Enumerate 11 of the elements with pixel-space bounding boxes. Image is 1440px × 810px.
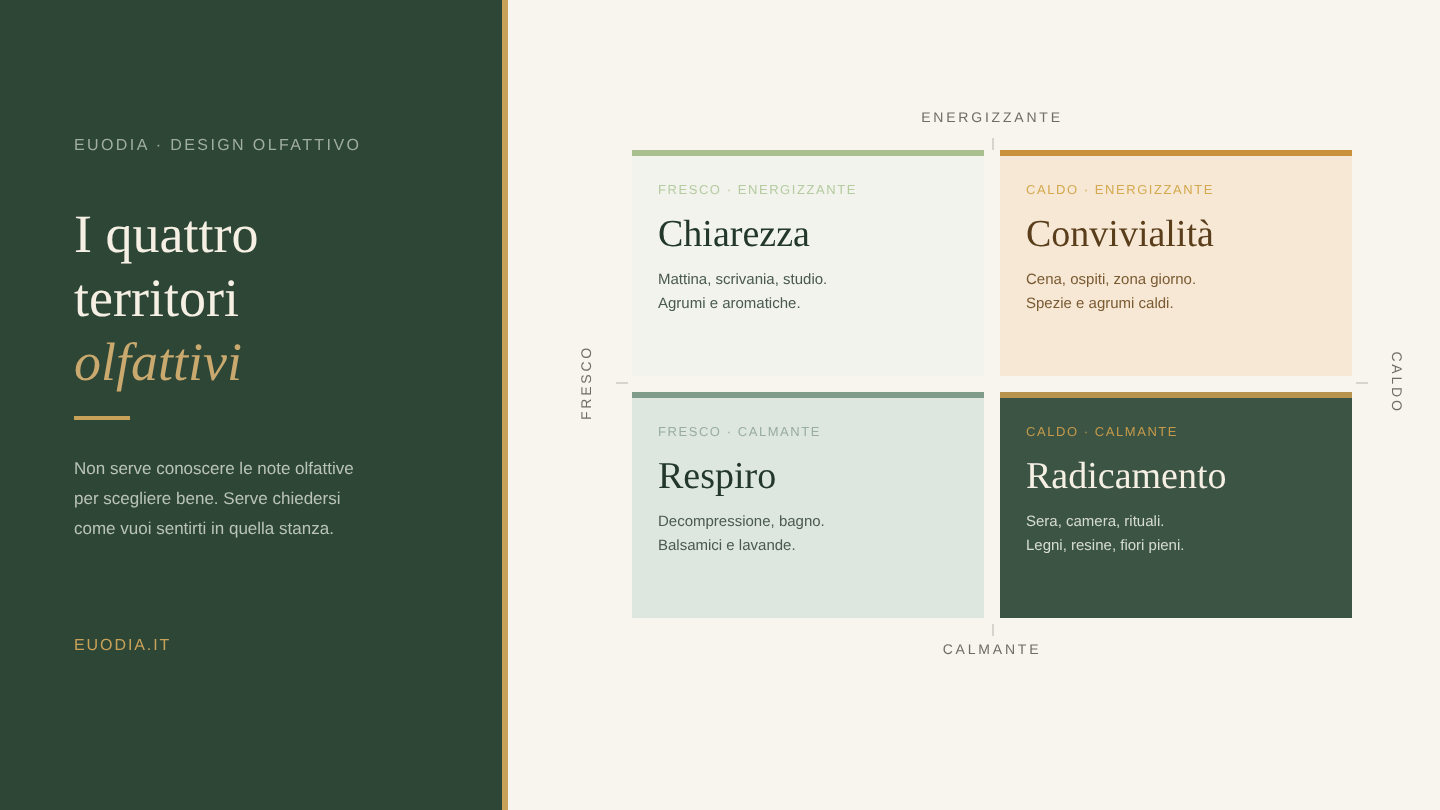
heading-accent: olfattivi [74,330,244,394]
card-title: Respiro [658,456,779,501]
heading-line: territori [74,266,241,330]
card-title: Chiarezza [658,214,812,259]
accent-rule [74,416,130,420]
card-title: Convivialità [1026,214,1216,259]
card-title: Radicamento [1026,456,1229,501]
intro-text: Non serve conoscere le note olfattive per scegliere bene. Serve chiedersi come vuoi sentirti in quella stanza. [74,456,356,542]
heading-line: I quattro [74,202,261,266]
website-link[interactable]: EUODIA.IT [74,634,470,658]
eyebrow-text: EUODIA · DESIGN OLFATTIVO [74,134,364,158]
